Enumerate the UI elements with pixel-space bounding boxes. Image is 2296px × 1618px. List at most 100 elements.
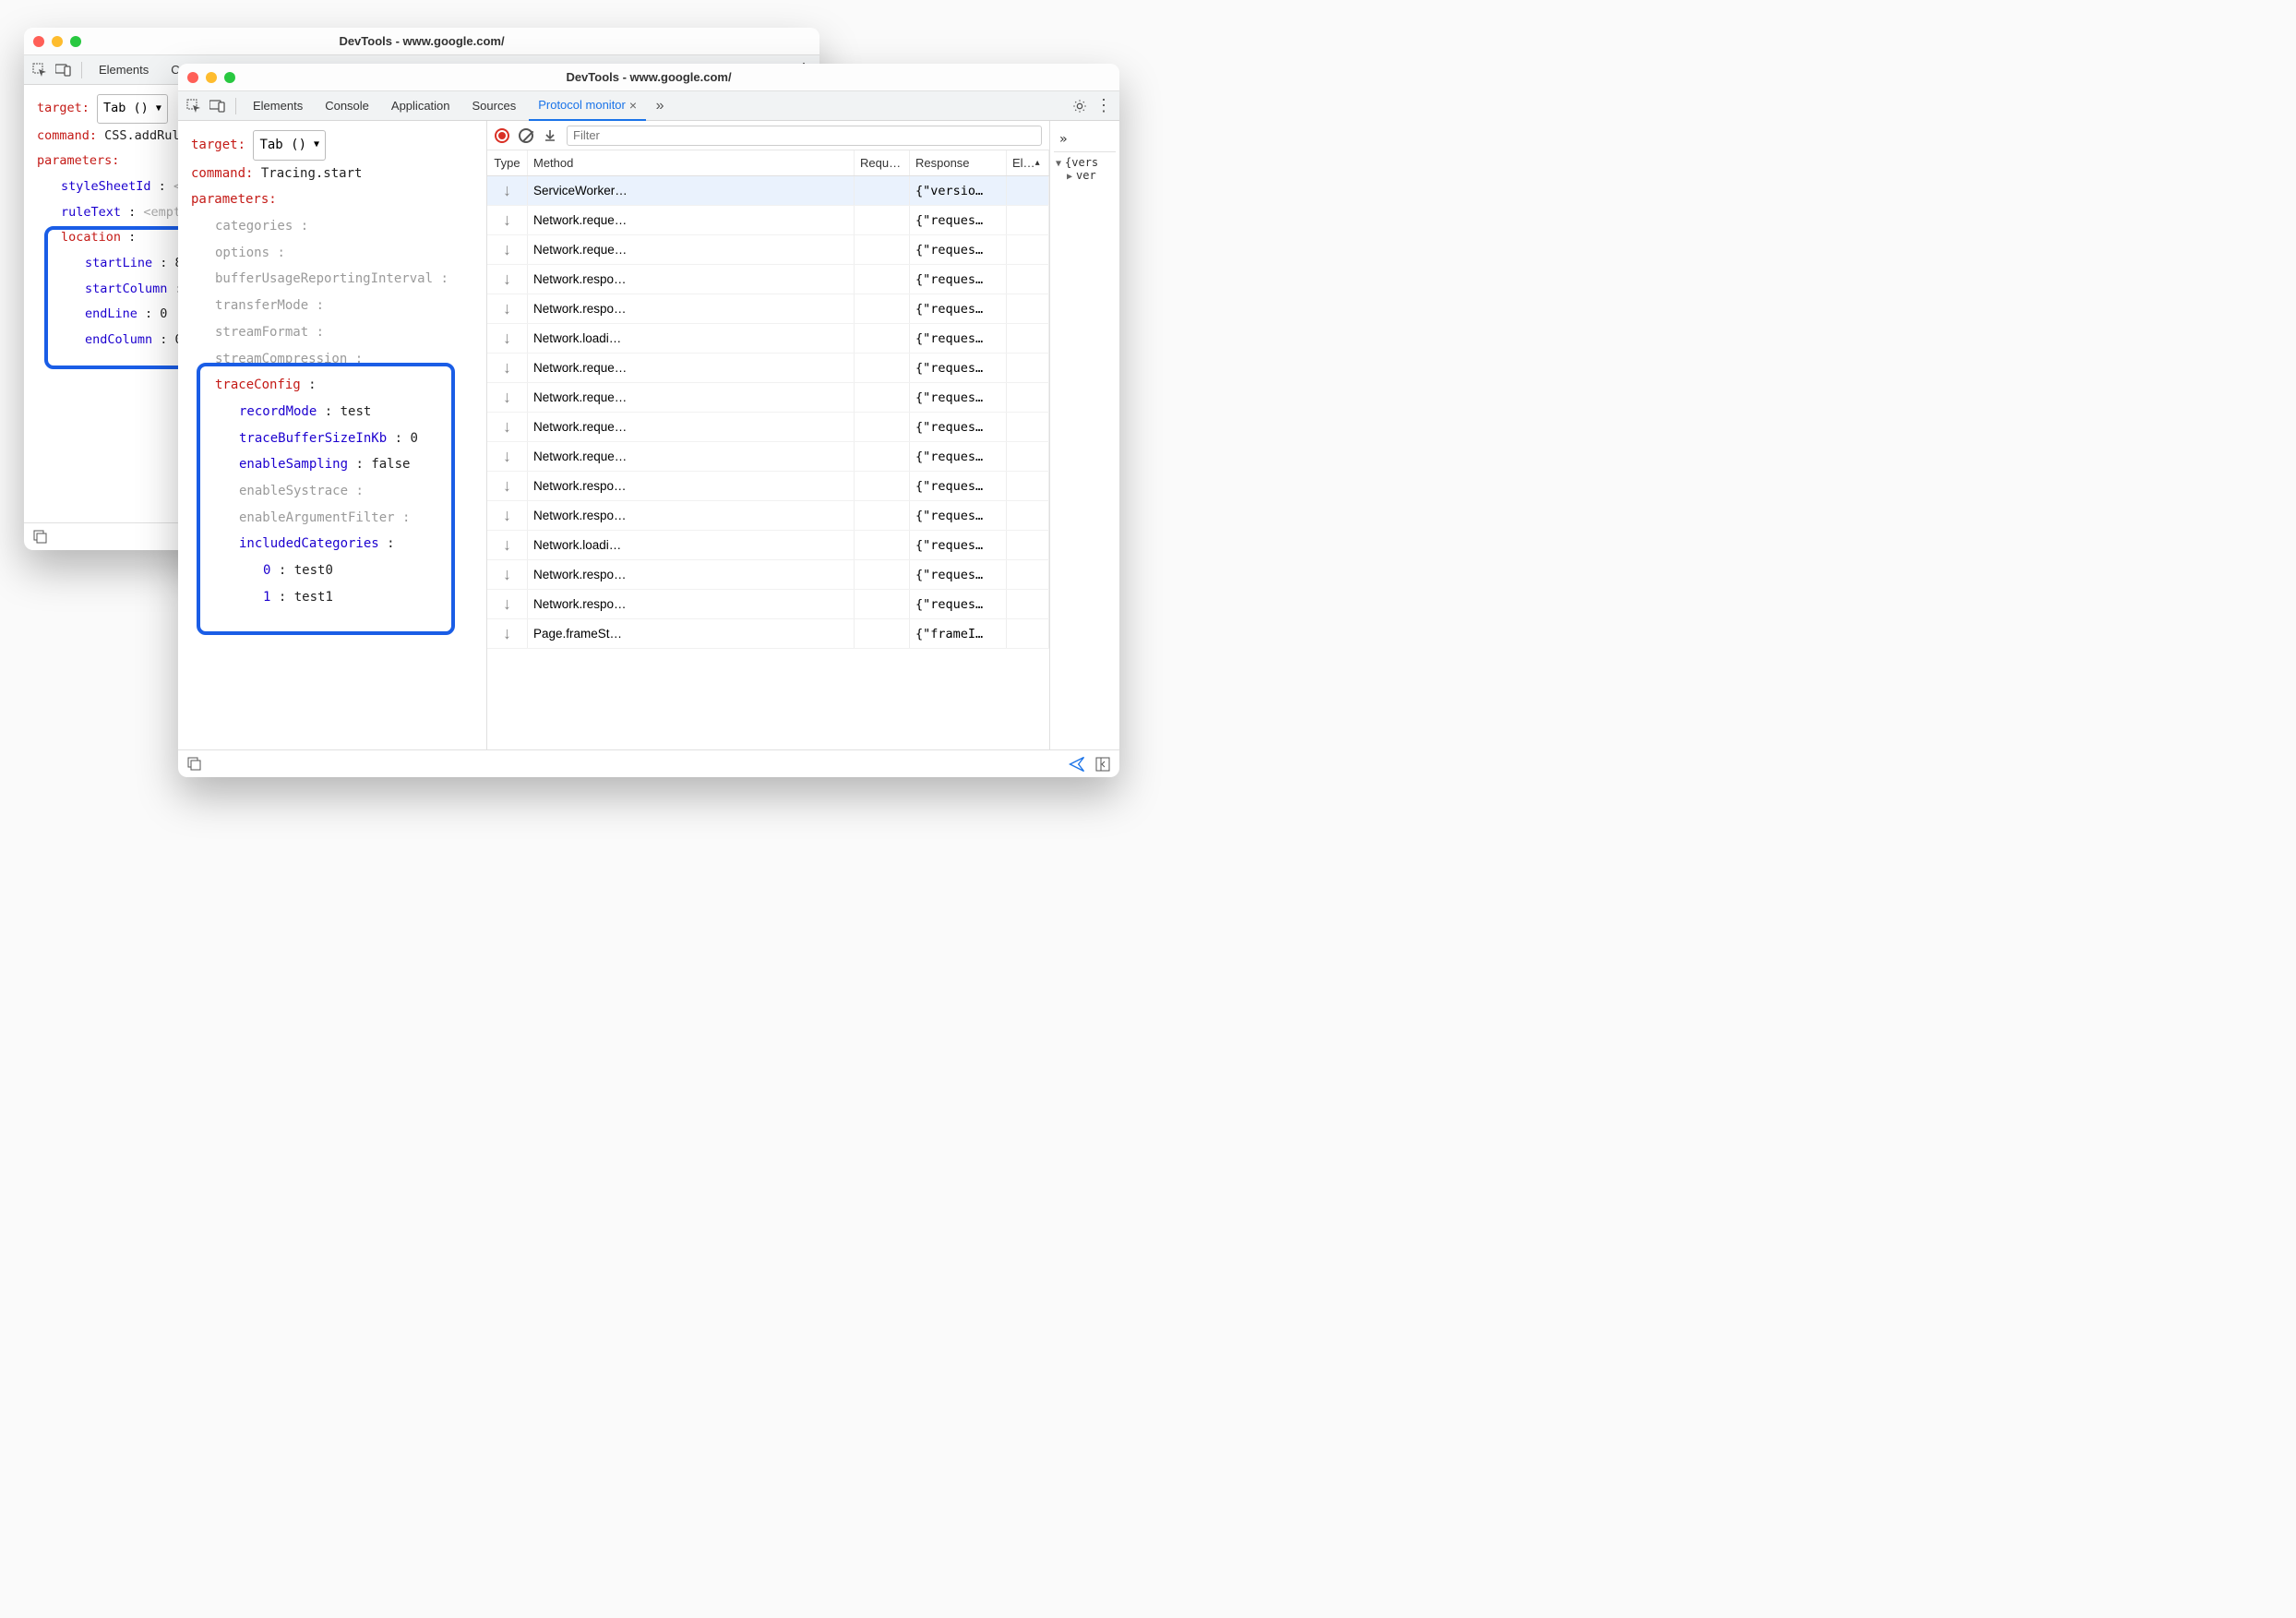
cell-response: {"reques… xyxy=(910,472,1007,500)
cell-request xyxy=(855,413,910,441)
cell-response: {"reques… xyxy=(910,590,1007,618)
grid-row[interactable]: ↓Network.reque…{"reques… xyxy=(487,354,1049,383)
more-tabs-icon[interactable]: » xyxy=(1059,132,1067,147)
grid-header[interactable]: Type Method Requ… Response El…▴ xyxy=(487,150,1049,176)
tab-protocol-monitor[interactable]: Protocol monitor× xyxy=(529,91,646,121)
col-elapsed[interactable]: El…▴ xyxy=(1007,150,1049,175)
footer xyxy=(178,749,1119,777)
cell-method: Network.respo… xyxy=(528,501,855,530)
tab-bar: Elements Console Application Sources Pro… xyxy=(178,91,1119,121)
grid-row[interactable]: ↓Network.reque…{"reques… xyxy=(487,413,1049,442)
grid-row[interactable]: ↓ServiceWorker…{"versio… xyxy=(487,176,1049,206)
cell-method: Network.reque… xyxy=(528,383,855,412)
tree-row[interactable]: ▼{vers xyxy=(1056,156,1114,169)
drawer-icon[interactable] xyxy=(187,757,202,772)
filter-input[interactable] xyxy=(567,126,1042,146)
grid-row[interactable]: ↓Network.respo…{"reques… xyxy=(487,560,1049,590)
grid-row[interactable]: ↓ Network.loadi… {"reques… xyxy=(487,324,1049,354)
cell-elapsed xyxy=(1007,442,1049,471)
arrow-down-icon: ↓ xyxy=(503,476,511,496)
tree-row[interactable]: ▶ver xyxy=(1056,169,1114,182)
col-request[interactable]: Requ… xyxy=(855,150,910,175)
arrow-down-icon: ↓ xyxy=(503,535,511,555)
device-icon[interactable] xyxy=(208,96,228,116)
cell-response: {"reques… xyxy=(910,501,1007,530)
gear-icon[interactable] xyxy=(1070,96,1090,116)
minimize-dot-icon[interactable] xyxy=(52,36,63,47)
cell-request xyxy=(855,206,910,234)
target-select[interactable]: Tab ()▼ xyxy=(253,130,326,161)
grid-row[interactable]: ↓Network.reque…{"reques… xyxy=(487,206,1049,235)
titlebar: DevTools - www.google.com/ xyxy=(178,64,1119,91)
cell-request xyxy=(855,560,910,589)
tab-elements[interactable]: Elements xyxy=(244,91,312,121)
cell-method: Network.loadi… xyxy=(528,324,855,353)
col-type[interactable]: Type xyxy=(487,150,528,175)
grid-row[interactable]: ↓ Network.respo… {"reques… xyxy=(487,472,1049,501)
grid-row[interactable]: ↓Network.respo…{"reques… xyxy=(487,265,1049,294)
tab-application[interactable]: Application xyxy=(382,91,460,121)
more-tabs-icon[interactable]: » xyxy=(650,96,670,116)
close-dot-icon[interactable] xyxy=(187,72,198,83)
arrow-down-icon: ↓ xyxy=(503,181,511,200)
cell-method: Network.respo… xyxy=(528,560,855,589)
arrow-down-icon: ↓ xyxy=(503,624,511,643)
minimize-dot-icon[interactable] xyxy=(206,72,217,83)
zoom-dot-icon[interactable] xyxy=(224,72,235,83)
arrow-down-icon: ↓ xyxy=(503,417,511,437)
arrow-down-icon: ↓ xyxy=(503,358,511,378)
cell-method: Network.reque… xyxy=(528,413,855,441)
cell-method: Network.respo… xyxy=(528,590,855,618)
cell-request xyxy=(855,176,910,205)
panel-toggle-icon[interactable] xyxy=(1095,757,1110,772)
tab-elements[interactable]: Elements xyxy=(90,55,158,85)
download-icon[interactable] xyxy=(543,128,557,143)
traffic-lights[interactable] xyxy=(187,72,235,83)
col-method[interactable]: Method xyxy=(528,150,855,175)
send-icon[interactable] xyxy=(1068,755,1086,773)
cell-method: Network.reque… xyxy=(528,235,855,264)
grid-row[interactable]: ↓Network.respo…{"reques… xyxy=(487,590,1049,619)
content: target: Tab ()▼ command: Tracing.start p… xyxy=(178,121,1119,749)
inspect-icon[interactable] xyxy=(30,60,50,80)
cell-response: {"reques… xyxy=(910,324,1007,353)
arrow-down-icon: ↓ xyxy=(503,329,511,348)
cell-request xyxy=(855,383,910,412)
cell-elapsed xyxy=(1007,294,1049,323)
tab-sources[interactable]: Sources xyxy=(463,91,526,121)
target-select[interactable]: Tab ()▼ xyxy=(97,94,168,124)
grid-row[interactable]: ↓Network.reque…{"reques… xyxy=(487,235,1049,265)
cell-elapsed xyxy=(1007,531,1049,559)
cell-elapsed xyxy=(1007,619,1049,648)
traffic-lights[interactable] xyxy=(33,36,81,47)
clear-icon[interactable] xyxy=(519,128,533,143)
cell-elapsed xyxy=(1007,501,1049,530)
cell-response: {"reques… xyxy=(910,265,1007,294)
close-icon[interactable]: × xyxy=(629,98,637,113)
inspect-icon[interactable] xyxy=(184,96,204,116)
kebab-icon[interactable]: ⋮ xyxy=(1094,96,1114,116)
col-response[interactable]: Response xyxy=(910,150,1007,175)
cell-response: {"reques… xyxy=(910,235,1007,264)
cell-elapsed xyxy=(1007,590,1049,618)
grid-row[interactable]: ↓Network.respo…{"reques… xyxy=(487,501,1049,531)
record-icon[interactable] xyxy=(495,128,509,143)
grid-row[interactable]: ↓Network.respo…{"reques… xyxy=(487,294,1049,324)
device-icon[interactable] xyxy=(54,60,74,80)
grid-row[interactable]: ↓Network.loadi…{"reques… xyxy=(487,531,1049,560)
drawer-icon[interactable] xyxy=(33,530,48,545)
grid-row[interactable]: ↓Page.frameSt…{"frameI… xyxy=(487,619,1049,649)
cell-request xyxy=(855,265,910,294)
cell-elapsed xyxy=(1007,472,1049,500)
close-dot-icon[interactable] xyxy=(33,36,44,47)
cell-response: {"reques… xyxy=(910,442,1007,471)
cell-method: Network.respo… xyxy=(528,472,855,500)
cell-request xyxy=(855,619,910,648)
grid-row[interactable]: ↓Network.reque…{"reques… xyxy=(487,383,1049,413)
command-editor-pane: target: Tab ()▼ command: Tracing.start p… xyxy=(178,121,487,749)
tab-console[interactable]: Console xyxy=(316,91,378,121)
zoom-dot-icon[interactable] xyxy=(70,36,81,47)
cell-response: {"frameI… xyxy=(910,619,1007,648)
titlebar: DevTools - www.google.com/ xyxy=(24,28,819,55)
grid-row[interactable]: ↓Network.reque…{"reques… xyxy=(487,442,1049,472)
